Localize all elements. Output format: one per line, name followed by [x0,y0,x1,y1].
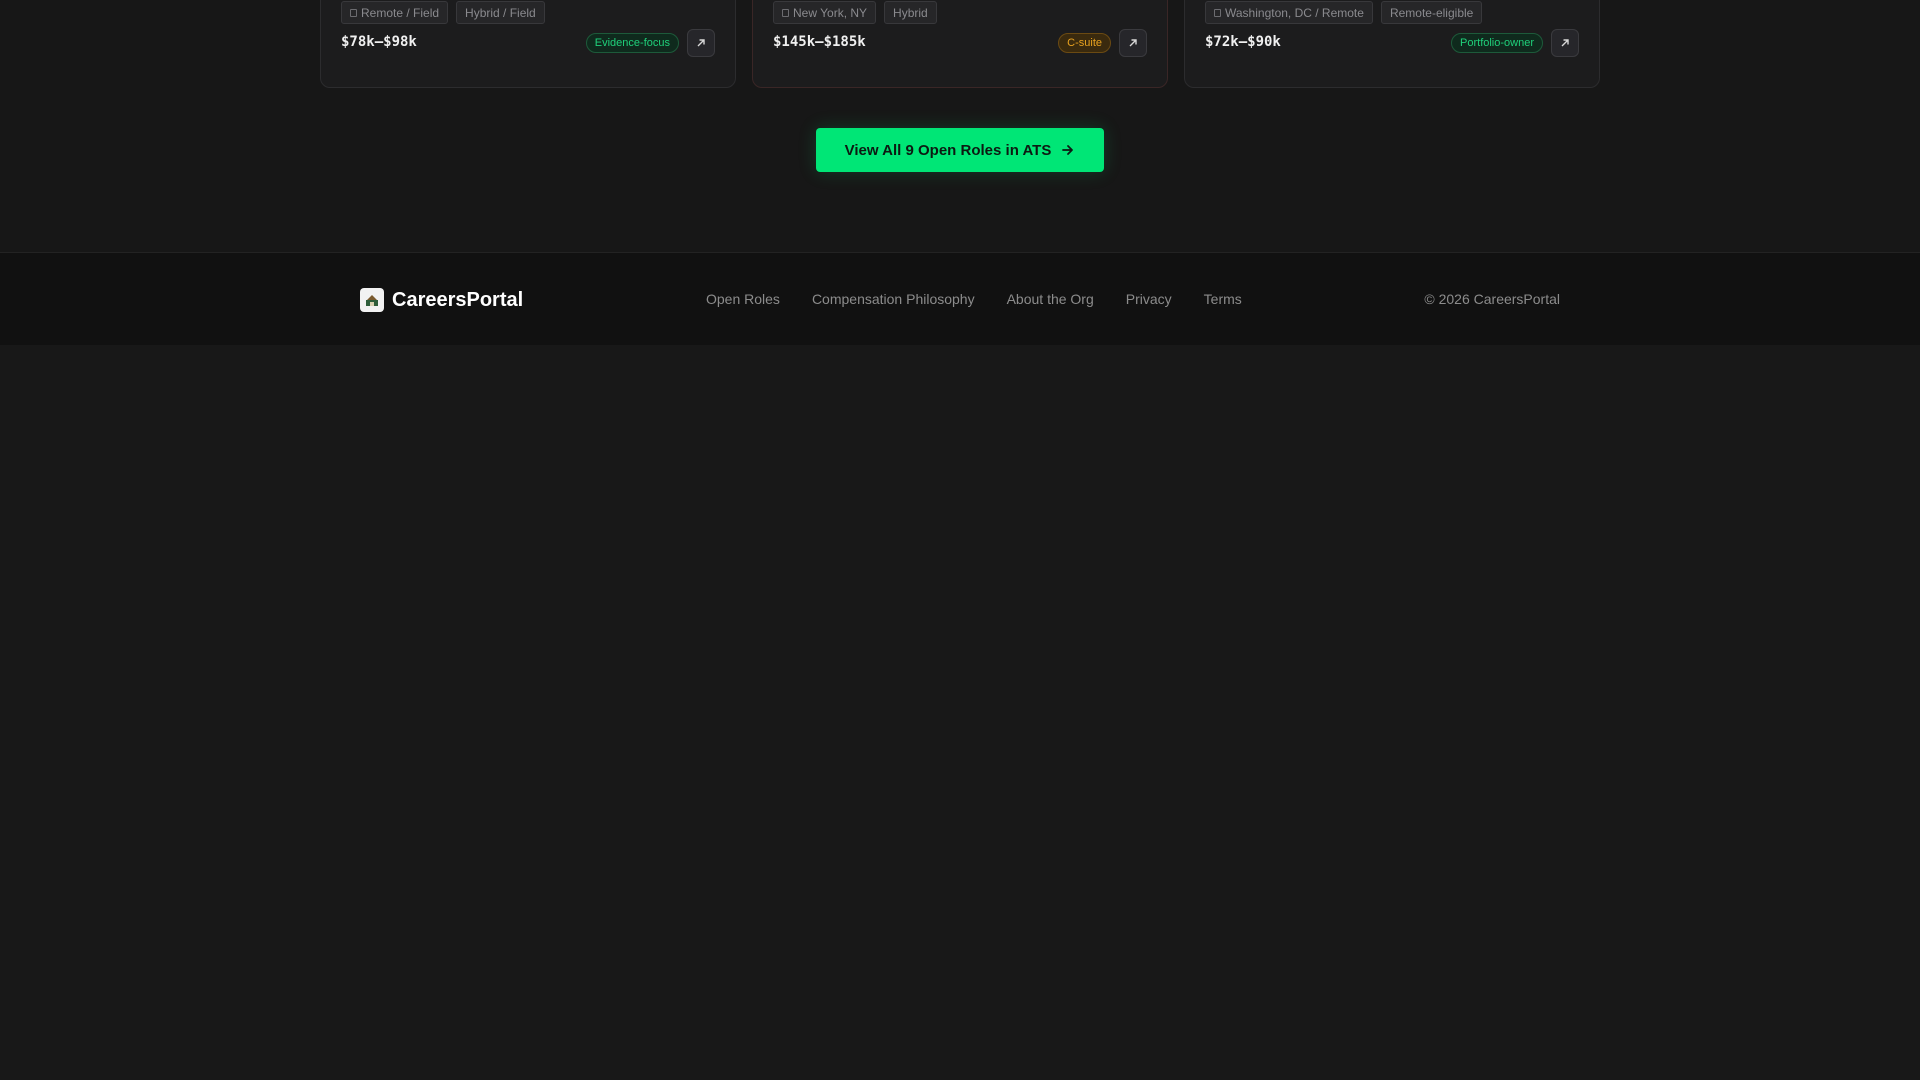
footer-link-compensation[interactable]: Compensation Philosophy [812,291,975,307]
job-cards-section: Remote / Field Hybrid / Field $78k–$98k … [0,0,1920,252]
footer-brand[interactable]: CareersPortal [360,288,523,312]
job-tags: Remote / Field Hybrid / Field [341,1,545,24]
job-card[interactable]: Washington, DC / Remote Remote-eligible … [1184,0,1600,88]
open-role-button[interactable] [1119,29,1147,57]
footer-link-open-roles[interactable]: Open Roles [706,291,780,307]
card-actions: Evidence-focus [585,29,715,57]
footer-link-terms[interactable]: Terms [1204,291,1242,307]
role-badge: Evidence-focus [585,33,679,53]
job-cards-row: Remote / Field Hybrid / Field $78k–$98k … [320,0,1600,88]
footer-nav: Open Roles Compensation Philosophy About… [706,291,1242,307]
work-mode-tag-label: Hybrid / Field [465,5,536,20]
site-footer: CareersPortal Open Roles Compensation Ph… [0,252,1920,345]
card-actions: C-suite [1058,29,1147,57]
work-mode-tag-label: Remote-eligible [1389,5,1474,20]
external-arrow-icon [1561,39,1569,47]
brand-name: CareersPortal [392,288,524,311]
view-all-roles-label: View All 9 Open Roles in ATS [844,141,1052,159]
job-tags: New York, NY Hybrid [773,1,937,24]
careers-page: Remote / Field Hybrid / Field $78k–$98k … [0,0,1920,1080]
location-pin-icon [1214,8,1221,17]
location-tag: Washington, DC / Remote [1205,1,1373,24]
arrow-right-icon [1062,145,1074,155]
external-arrow-icon [697,39,705,47]
open-role-button[interactable] [687,29,715,57]
role-badge: Portfolio-owner [1451,33,1543,53]
location-tag: New York, NY [773,1,877,24]
job-card[interactable]: New York, NY Hybrid $145k–$185k C-suite [752,0,1168,88]
location-pin-icon [350,8,357,17]
open-role-button[interactable] [1551,29,1579,57]
footer-link-privacy[interactable]: Privacy [1126,291,1172,307]
logo-icon [360,288,384,312]
work-mode-tag: Hybrid [884,1,937,24]
location-pin-icon [782,8,789,17]
salary-range: $72k–$90k [1205,34,1281,50]
salary-range: $78k–$98k [341,34,417,50]
salary-range: $145k–$185k [773,34,866,50]
footer-link-about[interactable]: About the Org [1007,291,1094,307]
card-actions: Portfolio-owner [1451,29,1579,57]
job-card[interactable]: Remote / Field Hybrid / Field $78k–$98k … [320,0,736,88]
location-tag-label: New York, NY [793,5,868,20]
role-badge: C-suite [1058,33,1111,53]
copyright-text: © 2026 CareersPortal [1424,291,1560,307]
work-mode-tag-label: Hybrid [893,5,928,20]
external-arrow-icon [1129,39,1137,47]
location-tag-label: Remote / Field [361,5,440,20]
work-mode-tag: Remote-eligible [1380,1,1483,24]
location-tag: Remote / Field [341,1,449,24]
work-mode-tag: Hybrid / Field [456,1,545,24]
location-tag-label: Washington, DC / Remote [1225,5,1364,20]
job-tags: Washington, DC / Remote Remote-eligible [1205,1,1483,24]
empty-page-area [0,345,1920,1080]
view-all-roles-button[interactable]: View All 9 Open Roles in ATS [816,128,1104,172]
